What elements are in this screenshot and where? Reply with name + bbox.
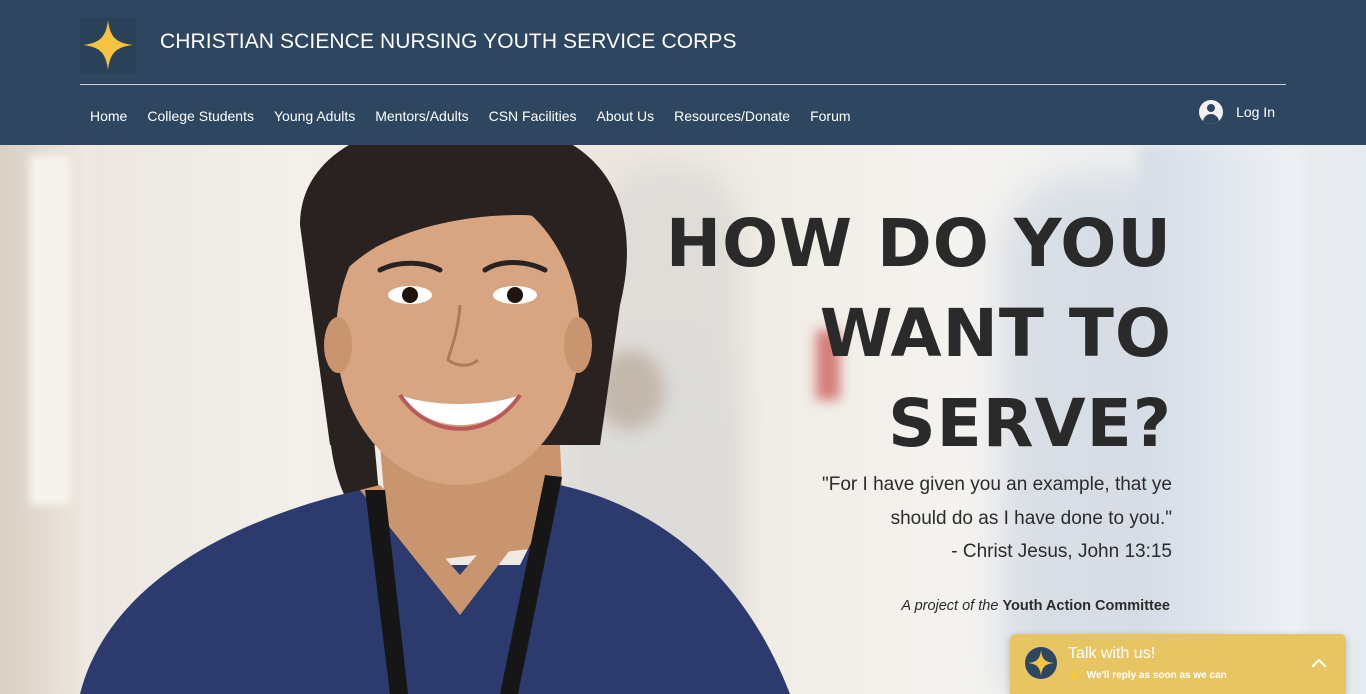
nav-item-forum[interactable]: Forum (800, 108, 860, 124)
chat-subtitle-text: We'll reply as soon as we can (1086, 670, 1227, 681)
nav-item-young-adults[interactable]: Young Adults (264, 108, 365, 124)
chat-widget[interactable]: Talk with us! ⚡ We'll reply as soon as w… (1010, 634, 1346, 694)
login-label: Log In (1236, 104, 1275, 120)
site-header: CHRISTIAN SCIENCE NURSING YOUTH SERVICE … (0, 0, 1366, 145)
star-logo-icon (83, 20, 133, 70)
nav-item-csn-facilities[interactable]: CSN Facilities (479, 108, 587, 124)
nav-item-resources-donate[interactable]: Resources/Donate (664, 108, 800, 124)
hero-section: HOW DO YOU WANT TO SERVE? "For I have gi… (0, 145, 1366, 694)
chat-title: Talk with us! (1068, 645, 1156, 662)
site-logo[interactable] (80, 17, 136, 73)
chat-avatar (1025, 647, 1057, 679)
hero-title-line-3: SERVE? (888, 385, 1172, 462)
site-title[interactable]: CHRISTIAN SCIENCE NURSING YOUTH SERVICE … (160, 30, 737, 54)
chat-subtitle: ⚡ We'll reply as soon as we can (1068, 669, 1227, 682)
nav-item-college-students[interactable]: College Students (137, 108, 264, 124)
hero-title-line-1: HOW DO YOU (665, 205, 1172, 282)
project-credit: A project of the Youth Action Committee (901, 598, 1170, 614)
hero-title-line-2: WANT TO (819, 295, 1172, 372)
quote-line-2: should do as I have done to you." (890, 507, 1172, 529)
quote-line-1: "For I have given you an example, that y… (822, 474, 1172, 495)
hero-quote: "For I have given you an example, that y… (752, 468, 1172, 569)
chevron-up-icon[interactable] (1310, 654, 1328, 672)
nav-item-mentors-adults[interactable]: Mentors/Adults (365, 108, 478, 124)
hero-title: HOW DO YOU WANT TO SERVE? (612, 199, 1172, 469)
login-button[interactable]: Log In (1199, 100, 1275, 124)
user-avatar-icon (1199, 100, 1224, 124)
star-avatar-icon (1028, 650, 1054, 676)
lightning-bolt-icon: ⚡ (1068, 670, 1082, 682)
header-divider (80, 84, 1286, 85)
nav-item-home[interactable]: Home (80, 108, 137, 124)
main-nav: Home College Students Young Adults Mento… (80, 108, 861, 124)
nav-item-about-us[interactable]: About Us (587, 108, 665, 124)
page: CHRISTIAN SCIENCE NURSING YOUTH SERVICE … (0, 0, 1366, 694)
project-org-link[interactable]: Youth Action Committee (1002, 598, 1170, 614)
quote-attribution: - Christ Jesus, John 13:15 (951, 541, 1172, 562)
project-prefix: A project of the (901, 598, 999, 614)
